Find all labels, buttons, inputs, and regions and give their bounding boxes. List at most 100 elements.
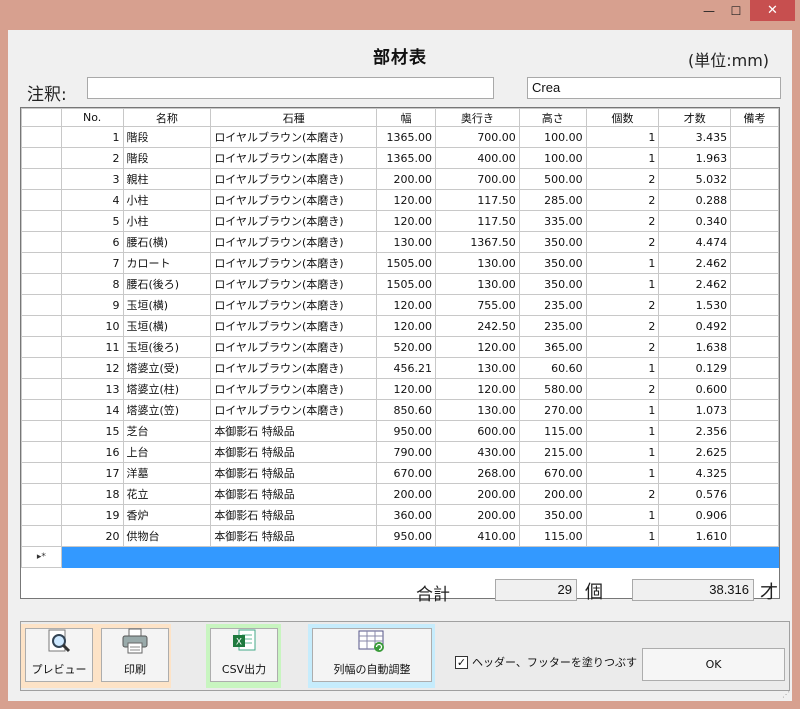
row-header-corner[interactable]	[21, 108, 62, 127]
cell-height[interactable]: 115.00	[518, 525, 587, 547]
table-row[interactable]: 8 腰石(後ろ) ロイヤルブラウン(本磨き) 1505.00 130.00 350.00 1…	[21, 273, 779, 295]
cell-height[interactable]: 350.00	[518, 231, 587, 253]
cell-width[interactable]: 200.00	[376, 168, 437, 190]
table-row[interactable]: 4 小柱 ロイヤルブラウン(本磨き) 120.00 117.50 285.00 2 0.288	[21, 189, 779, 211]
table-row[interactable]: 14 塔婆立(笠) ロイヤルブラウン(本磨き) 850.60 130.00 270.00 1…	[21, 399, 779, 421]
cell-height[interactable]: 365.00	[518, 336, 587, 358]
cell-sai[interactable]: 1.530	[658, 294, 732, 316]
cell-height[interactable]: 335.00	[518, 210, 587, 232]
row-header[interactable]	[21, 294, 62, 316]
cell-name[interactable]: 供物台	[122, 525, 212, 547]
cell-remarks[interactable]	[730, 483, 779, 505]
column-header-width[interactable]: 幅	[376, 108, 437, 127]
cell-depth[interactable]: 130.00	[435, 357, 520, 379]
cell-no[interactable]: 4	[60, 189, 124, 211]
client-name-input[interactable]: Crea	[527, 77, 781, 99]
table-row[interactable]: 15 芝台 本御影石 特級品 950.00 600.00 115.00 1 2.356	[21, 420, 779, 442]
column-header-remarks[interactable]: 備考	[730, 108, 779, 127]
cell-sai[interactable]: 0.288	[658, 189, 732, 211]
table-row[interactable]: 10 玉垣(横) ロイヤルブラウン(本磨き) 120.00 242.50 235.00 2 0…	[21, 315, 779, 337]
cell-no[interactable]: 8	[60, 273, 124, 295]
table-row[interactable]: 11 玉垣(後ろ) ロイヤルブラウン(本磨き) 520.00 120.00 365.00 2…	[21, 336, 779, 358]
cell-width[interactable]: 130.00	[376, 231, 437, 253]
cell-remarks[interactable]	[730, 210, 779, 232]
cell-depth[interactable]: 400.00	[435, 147, 520, 169]
cell-sai[interactable]: 2.625	[658, 441, 732, 463]
cell-width[interactable]: 120.00	[376, 189, 437, 211]
cell-remarks[interactable]	[730, 315, 779, 337]
cell-no[interactable]: 13	[60, 378, 124, 400]
row-header[interactable]	[21, 378, 62, 400]
cell-width[interactable]: 850.60	[376, 399, 437, 421]
cell-width[interactable]: 120.00	[376, 294, 437, 316]
cell-name[interactable]: 上台	[122, 441, 212, 463]
cell-height[interactable]: 285.00	[518, 189, 587, 211]
cell-sai[interactable]: 1.963	[658, 147, 732, 169]
fill-header-footer-checkbox[interactable]: ✓	[455, 655, 468, 669]
row-header[interactable]	[21, 231, 62, 253]
table-row[interactable]: 9 玉垣(横) ロイヤルブラウン(本磨き) 120.00 755.00 235.00 2 1.…	[21, 294, 779, 316]
row-header[interactable]	[21, 441, 62, 463]
cell-remarks[interactable]	[730, 273, 779, 295]
cell-sai[interactable]: 2.462	[658, 252, 732, 274]
table-row[interactable]: 13 塔婆立(柱) ロイヤルブラウン(本磨き) 120.00 120.00 580.00 2…	[21, 378, 779, 400]
cell-depth[interactable]: 755.00	[435, 294, 520, 316]
cell-depth[interactable]: 242.50	[435, 315, 520, 337]
cell-stone[interactable]: 本御影石 特級品	[210, 420, 378, 442]
preview-button[interactable]: プレビュー	[25, 628, 93, 682]
new-cell-height[interactable]	[518, 546, 587, 568]
cell-sai[interactable]: 4.325	[658, 462, 732, 484]
cell-remarks[interactable]	[730, 441, 779, 463]
note-input[interactable]	[87, 77, 494, 99]
table-row[interactable]: 3 親柱 ロイヤルブラウン(本磨き) 200.00 700.00 500.00 2 5.032	[21, 168, 779, 190]
cell-remarks[interactable]	[730, 189, 779, 211]
cell-name[interactable]: 階段	[122, 147, 212, 169]
table-row[interactable]: 18 花立 本御影石 特級品 200.00 200.00 200.00 2 0.576	[21, 483, 779, 505]
column-header-sai[interactable]: 才数	[658, 108, 732, 127]
cell-stone[interactable]: 本御影石 特級品	[210, 462, 378, 484]
table-row[interactable]: 6 腰石(横) ロイヤルブラウン(本磨き) 130.00 1367.50 350.00 2 4…	[21, 231, 779, 253]
cell-stone[interactable]: ロイヤルブラウン(本磨き)	[210, 357, 378, 379]
cell-quantity[interactable]: 2	[585, 189, 660, 211]
cell-height[interactable]: 350.00	[518, 252, 587, 274]
table-row[interactable]: 12 塔婆立(受) ロイヤルブラウン(本磨き) 456.21 130.00 60.60 1 0…	[21, 357, 779, 379]
cell-no[interactable]: 7	[60, 252, 124, 274]
cell-quantity[interactable]: 2	[585, 483, 660, 505]
cell-no[interactable]: 1	[60, 126, 124, 148]
cell-depth[interactable]: 268.00	[435, 462, 520, 484]
cell-remarks[interactable]	[730, 336, 779, 358]
cell-no[interactable]: 5	[60, 210, 124, 232]
cell-quantity[interactable]: 1	[585, 504, 660, 526]
cell-width[interactable]: 790.00	[376, 441, 437, 463]
cell-remarks[interactable]	[730, 357, 779, 379]
cell-name[interactable]: 玉垣(後ろ)	[122, 336, 212, 358]
csv-export-button[interactable]: X CSV出力	[210, 628, 278, 682]
cell-quantity[interactable]: 2	[585, 378, 660, 400]
row-header[interactable]	[21, 483, 62, 505]
table-row[interactable]: 17 洋墓 本御影石 特級品 670.00 268.00 670.00 1 4.325	[21, 462, 779, 484]
new-cell-width[interactable]	[376, 546, 437, 568]
cell-depth[interactable]: 700.00	[435, 126, 520, 148]
cell-quantity[interactable]: 1	[585, 441, 660, 463]
cell-stone[interactable]: ロイヤルブラウン(本磨き)	[210, 336, 378, 358]
cell-height[interactable]: 670.00	[518, 462, 587, 484]
cell-stone[interactable]: ロイヤルブラウン(本磨き)	[210, 294, 378, 316]
cell-height[interactable]: 235.00	[518, 315, 587, 337]
new-cell-stone[interactable]	[210, 546, 378, 568]
row-header[interactable]	[21, 273, 62, 295]
cell-no[interactable]: 15	[60, 420, 124, 442]
cell-name[interactable]: 小柱	[122, 210, 212, 232]
cell-quantity[interactable]: 2	[585, 294, 660, 316]
cell-name[interactable]: 塔婆立(笠)	[122, 399, 212, 421]
cell-name[interactable]: カロート	[122, 252, 212, 274]
cell-sai[interactable]: 0.906	[658, 504, 732, 526]
cell-depth[interactable]: 430.00	[435, 441, 520, 463]
cell-remarks[interactable]	[730, 525, 779, 547]
cell-width[interactable]: 120.00	[376, 315, 437, 337]
cell-quantity[interactable]: 2	[585, 168, 660, 190]
row-header[interactable]	[21, 357, 62, 379]
row-header[interactable]	[21, 462, 62, 484]
cell-depth[interactable]: 130.00	[435, 399, 520, 421]
cell-height[interactable]: 60.60	[518, 357, 587, 379]
cell-width[interactable]: 1365.00	[376, 147, 437, 169]
